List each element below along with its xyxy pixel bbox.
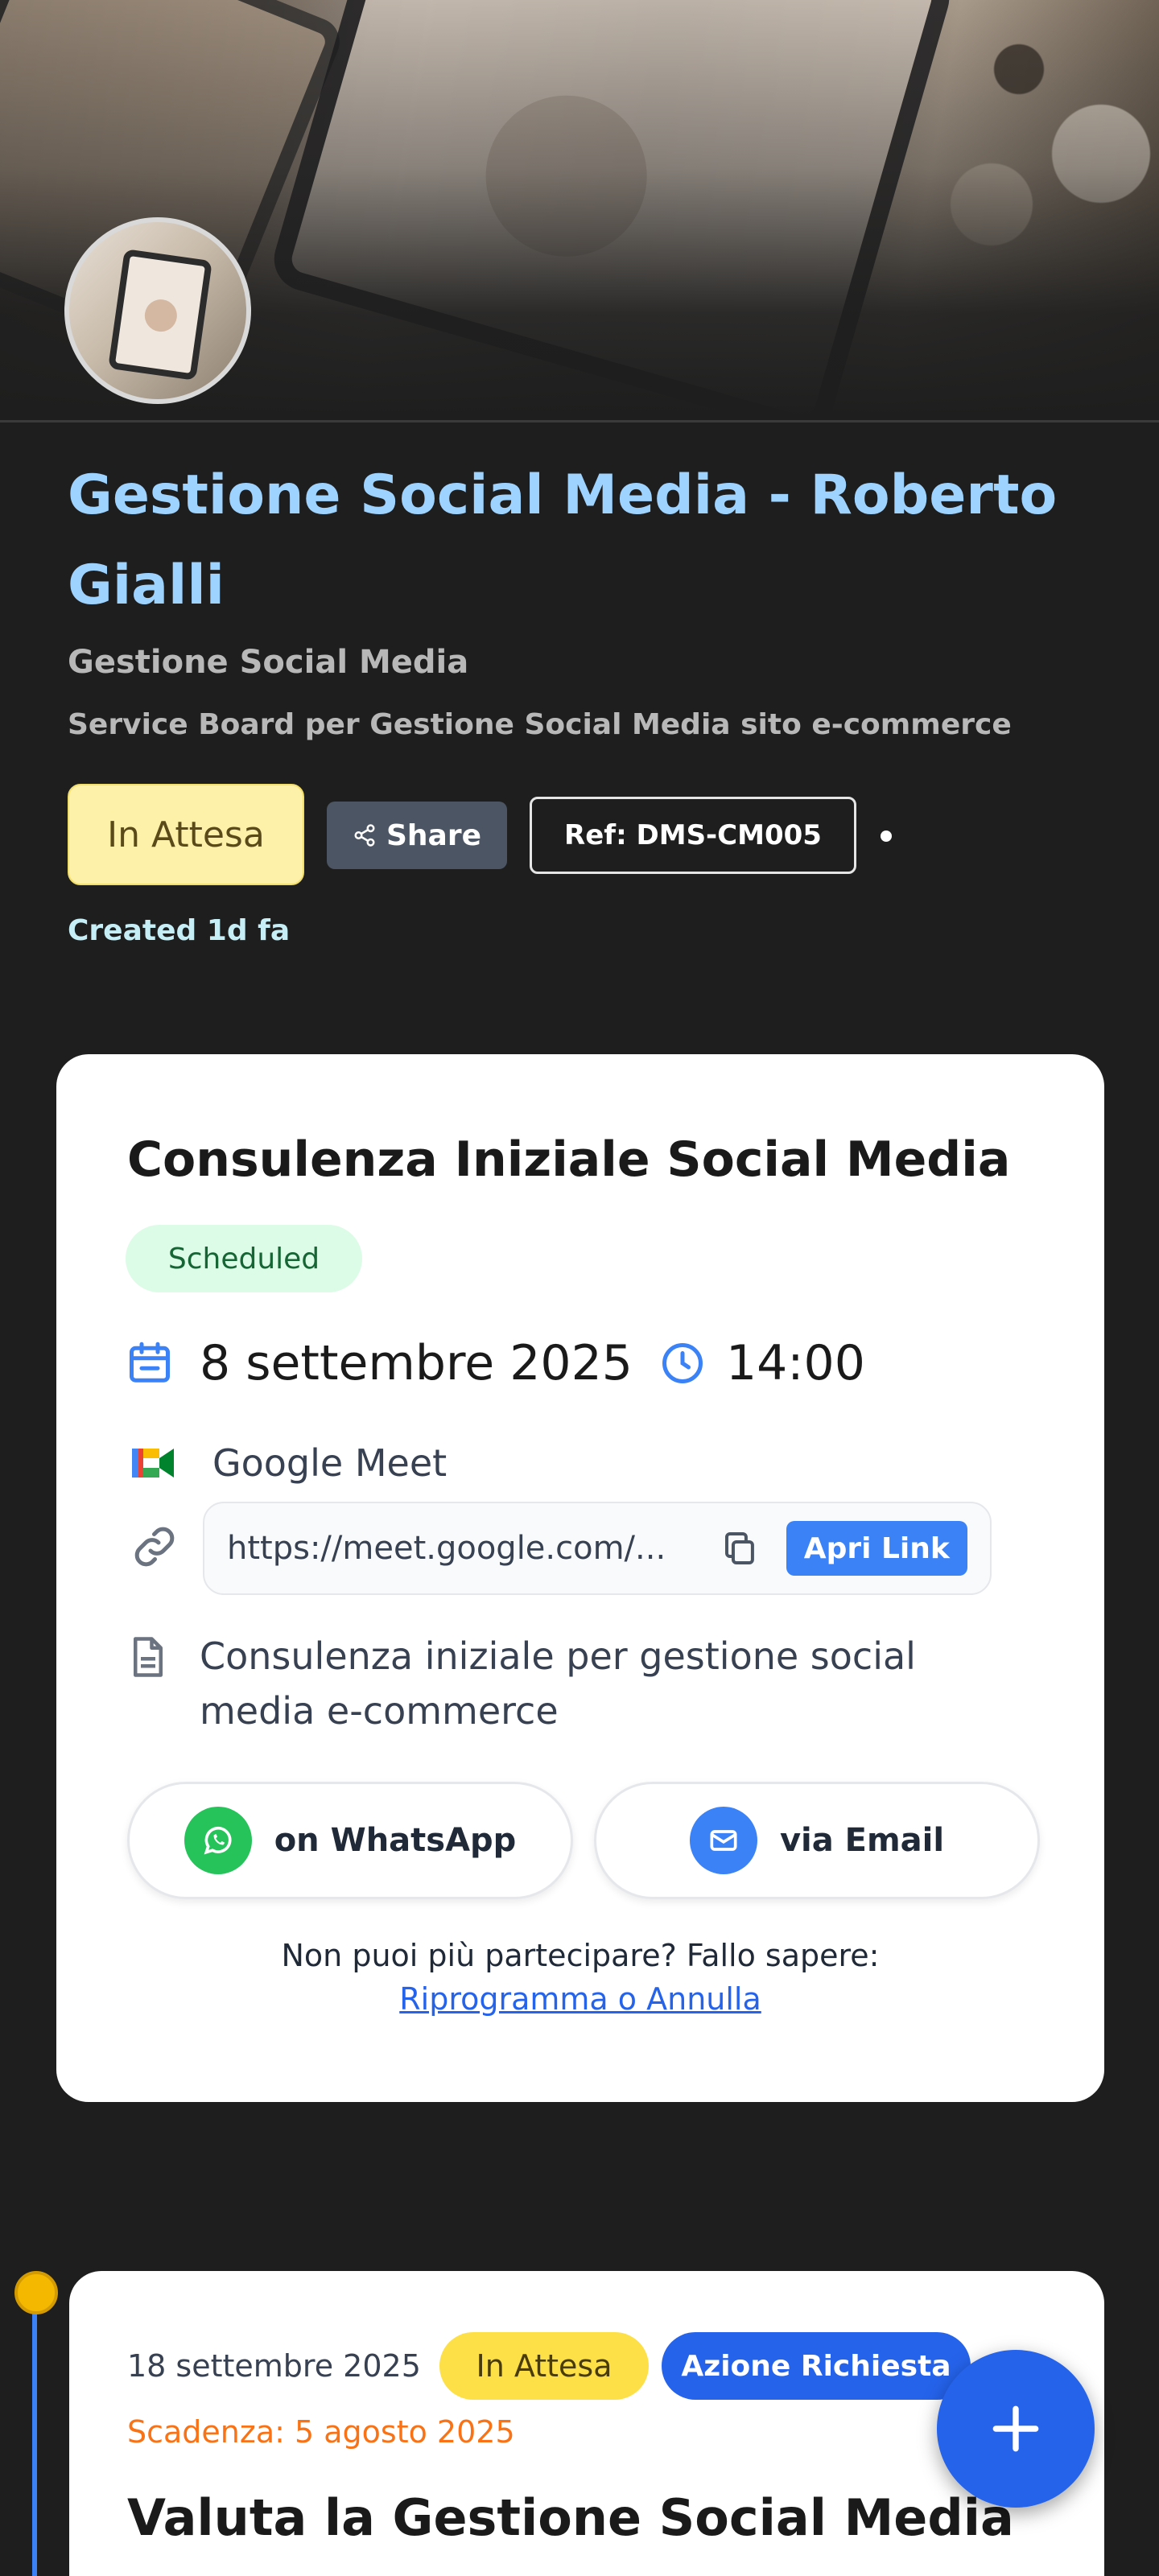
timeline-card-date: 18 settembre 2025 (127, 2348, 421, 2384)
cover-divider (0, 420, 1159, 422)
timeline-line (32, 2294, 37, 2576)
share-button[interactable]: Share (327, 802, 507, 869)
meeting-title: Consulenza Iniziale Social Media (127, 1131, 1011, 1188)
meeting-status-badge: Scheduled (126, 1225, 362, 1292)
created-timestamp: Created 1d fa (68, 914, 291, 947)
meeting-link-box: https://meet.google.com/... Apri Link (203, 1502, 992, 1595)
avatar (64, 217, 251, 404)
meeting-link-row: https://meet.google.com/... Apri Link (130, 1498, 992, 1598)
timeline-dot (14, 2271, 58, 2314)
share-button-label: Share (386, 818, 482, 852)
avatar-dot (142, 297, 179, 334)
page-subtitle: Gestione Social Media (68, 644, 469, 681)
calendar-icon (130, 1342, 170, 1383)
page: Gestione Social Media - Roberto Gialli G… (0, 0, 1159, 2576)
separator-dot (881, 831, 892, 842)
copy-icon[interactable] (720, 1529, 759, 1568)
timeline-status-badge: In Attesa (439, 2332, 649, 2400)
meeting-platform-label: Google Meet (212, 1441, 448, 1485)
reschedule-link: Riprogramma o Annulla (56, 1981, 1104, 2017)
cant-attend-text: Non puoi più partecipare? Fallo sapere: (281, 1938, 880, 1973)
meeting-link-url[interactable]: https://meet.google.com/... (227, 1530, 677, 1567)
meeting-time: 14:00 (725, 1335, 865, 1391)
whatsapp-button[interactable]: on WhatsApp (127, 1782, 573, 1899)
reference-badge: Ref: DMS-CM005 (530, 797, 856, 874)
meeting-note-text: Consulenza iniziale per gestione social … (200, 1634, 916, 1733)
status-badge: In Attesa (68, 784, 304, 885)
reschedule-link-label[interactable]: Riprogramma o Annulla (399, 1981, 761, 2017)
meeting-platform: Google Meet (130, 1432, 447, 1494)
timeline-card-title: Valuta la Gestione Social Media (127, 2488, 1014, 2547)
timeline-deadline: Scadenza: 5 agosto 2025 (127, 2414, 515, 2450)
link-icon (130, 1523, 179, 1574)
clock-icon (662, 1343, 703, 1383)
meeting-date: 8 settembre 2025 (200, 1335, 633, 1391)
share-icon (354, 824, 375, 847)
document-icon (134, 1637, 163, 1677)
page-description: Service Board per Gestione Social Media … (68, 708, 1012, 741)
google-meet-icon (132, 1449, 174, 1478)
avatar-tablet (108, 249, 212, 381)
email-button-label: via Email (779, 1822, 945, 1859)
whatsapp-icon (184, 1807, 252, 1874)
meeting-datetime: 8 settembre 2025 14:00 (126, 1331, 865, 1395)
page-title: Gestione Social Media - Roberto Gialli (68, 464, 1058, 617)
email-icon (689, 1807, 757, 1874)
action-required-badge: Azione Richiesta (662, 2332, 971, 2400)
email-button[interactable]: via Email (594, 1782, 1040, 1899)
meeting-note: Consulenza iniziale per gestione social … (129, 1629, 972, 1738)
plus-icon (992, 2405, 1039, 2452)
whatsapp-button-label: on WhatsApp (274, 1822, 517, 1859)
open-link-button[interactable]: Apri Link (786, 1521, 967, 1576)
meeting-card: Consulenza Iniziale Social Media Schedul… (56, 1054, 1104, 2102)
add-button[interactable] (937, 2350, 1095, 2508)
